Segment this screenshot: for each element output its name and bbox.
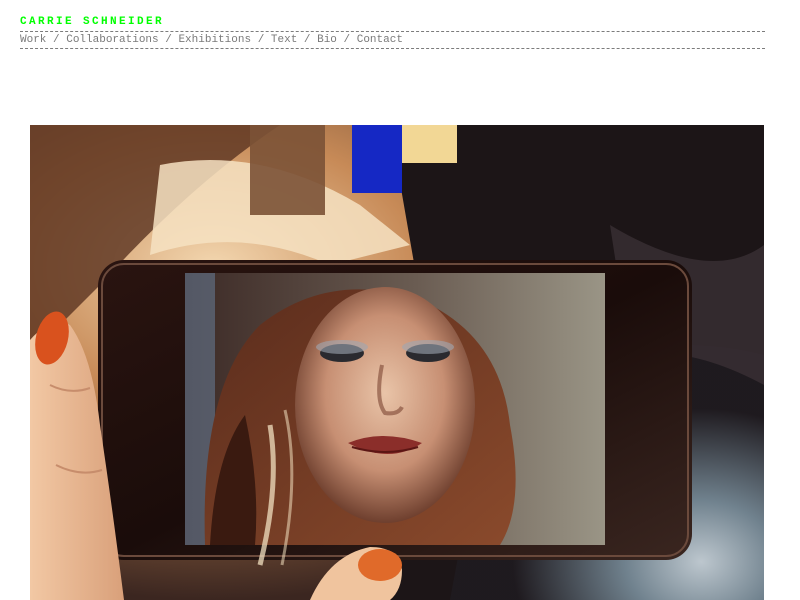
main-nav: Work / Collaborations / Exhibitions / Te…: [20, 31, 765, 49]
nav-separator: /: [257, 34, 271, 46]
hero-image[interactable]: [30, 125, 764, 600]
nav-item-work[interactable]: Work: [20, 34, 46, 46]
nav-item-collaborations[interactable]: Collaborations: [66, 34, 158, 46]
nav-item-exhibitions[interactable]: Exhibitions: [178, 34, 251, 46]
nav-item-bio[interactable]: Bio: [317, 34, 337, 46]
nav-separator: /: [343, 34, 357, 46]
nav-separator: /: [53, 34, 67, 46]
nav-separator: /: [303, 34, 318, 46]
nav-item-text[interactable]: Text: [271, 34, 297, 46]
hero-artwork: [30, 125, 764, 600]
nav-separator: /: [165, 34, 179, 46]
nav-item-contact[interactable]: Contact: [357, 34, 403, 46]
site-title-link[interactable]: CARRIE SCHNEIDER: [20, 16, 164, 28]
